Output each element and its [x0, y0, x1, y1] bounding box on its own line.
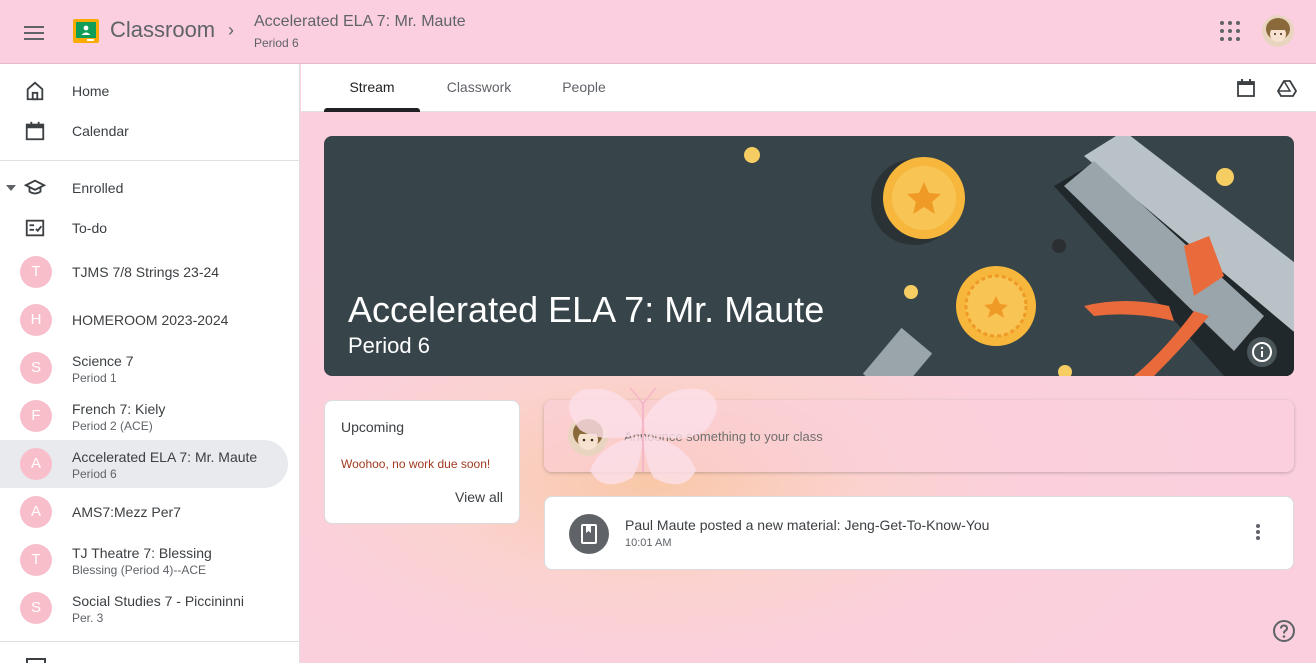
classroom-logo[interactable]: [73, 19, 99, 43]
info-icon[interactable]: [1246, 336, 1278, 368]
book-icon: [581, 524, 597, 544]
sidebar-course-item[interactable]: T TJMS 7/8 Strings 23-24: [0, 248, 288, 296]
google-drive-icon[interactable]: [1277, 78, 1297, 98]
sidebar-item-label: To-do: [72, 220, 108, 236]
sidebar-item-label: Enrolled: [72, 180, 124, 196]
stream-post[interactable]: Paul Maute posted a new material: Jeng-G…: [544, 496, 1294, 570]
course-name: TJMS 7/8 Strings 23-24: [72, 264, 220, 280]
announce-placeholder: Announce something to your class: [624, 429, 823, 444]
navigation-drawer: Home Calendar Enrolled To-do T TJMS 7/8 …: [0, 64, 300, 663]
course-name: TJ Theatre 7: Blessing: [72, 545, 212, 561]
breadcrumb-class-title[interactable]: Accelerated ELA 7: Mr. Maute: [254, 13, 466, 31]
course-name: Science 7: [72, 353, 134, 369]
course-initial-avatar: T: [20, 256, 52, 288]
upcoming-title: Upcoming: [341, 419, 405, 435]
sidebar-item-enrolled[interactable]: Enrolled: [0, 168, 299, 208]
sidebar-course-item[interactable]: A AMS7:Mezz Per7: [0, 488, 288, 536]
course-section: Period 2 (ACE): [72, 419, 153, 433]
user-avatar: [568, 416, 608, 456]
course-initial-avatar: F: [20, 400, 52, 432]
caret-down-icon[interactable]: [6, 184, 16, 192]
class-title: Accelerated ELA 7: Mr. Maute: [348, 289, 825, 330]
sidebar-item-home[interactable]: Home: [0, 71, 299, 111]
sidebar-item-calendar[interactable]: Calendar: [0, 111, 299, 151]
upcoming-card: Upcoming Woohoo, no work due soon! View …: [324, 400, 520, 524]
class-tabs-bar: Stream Classwork People: [301, 64, 1316, 112]
tab-stream[interactable]: Stream: [324, 64, 420, 112]
sidebar-divider: [0, 641, 299, 642]
account-avatar[interactable]: [1262, 15, 1294, 47]
course-initial-avatar: H: [20, 304, 52, 336]
todo-checklist-icon: [25, 219, 45, 237]
class-banner: Accelerated ELA 7: Mr. Maute Period 6: [324, 136, 1294, 376]
more-options-icon[interactable]: [1246, 522, 1270, 546]
course-initial-avatar: A: [20, 496, 52, 528]
top-app-bar: Classroom › Accelerated ELA 7: Mr. Maute…: [0, 0, 1316, 64]
sidebar-course-item[interactable]: S Science 7 Period 1: [0, 344, 288, 392]
course-initial-avatar: A: [20, 448, 52, 480]
course-section: Per. 3: [72, 611, 104, 625]
course-initial-avatar: T: [20, 544, 52, 576]
view-all-link[interactable]: View all: [455, 489, 503, 505]
course-section: Blessing (Period 4)--ACE: [72, 563, 207, 577]
sidebar-divider: [0, 160, 299, 161]
course-name: AMS7:Mezz Per7: [72, 504, 181, 520]
post-title[interactable]: Paul Maute posted a new material: Jeng-G…: [625, 517, 989, 533]
sidebar-course-item[interactable]: H HOMEROOM 2023-2024: [0, 296, 288, 344]
sidebar-course-item[interactable]: F French 7: Kiely Period 2 (ACE): [0, 392, 288, 440]
course-name: HOMEROOM 2023-2024: [72, 312, 229, 328]
course-initial-avatar: S: [20, 352, 52, 384]
sidebar-item-label: Calendar: [72, 123, 129, 139]
main-menu-icon[interactable]: [24, 22, 48, 42]
tab-people[interactable]: People: [546, 64, 622, 112]
app-title[interactable]: Classroom: [110, 17, 215, 43]
class-section: Period 6: [348, 333, 430, 358]
upcoming-message: Woohoo, no work due soon!: [341, 457, 491, 471]
course-initial-avatar: S: [20, 592, 52, 624]
help-icon[interactable]: [1272, 619, 1296, 643]
home-icon: [26, 81, 44, 101]
graduation-cap-icon: [24, 179, 46, 195]
course-section: Period 6: [72, 467, 117, 481]
course-name: French 7: Kiely: [72, 401, 166, 417]
course-name: Accelerated ELA 7: Mr. Maute: [72, 449, 258, 465]
breadcrumb-class-section: Period 6: [254, 36, 299, 50]
material-post-icon: [569, 514, 609, 554]
google-apps-icon[interactable]: [1220, 21, 1240, 41]
chevron-right-icon: ›: [228, 20, 234, 40]
calendar-icon: [25, 121, 45, 141]
sidebar-course-item[interactable]: S Social Studies 7 - Piccininni Per. 3: [0, 584, 288, 632]
sidebar-item-todo[interactable]: To-do: [0, 208, 299, 248]
sidebar-course-item-active[interactable]: A Accelerated ELA 7: Mr. Maute Period 6: [0, 440, 288, 488]
course-name: Social Studies 7 - Piccininni: [72, 593, 244, 609]
sidebar-course-item[interactable]: T TJ Theatre 7: Blessing Blessing (Perio…: [0, 536, 288, 584]
archived-classes-icon[interactable]: [26, 658, 46, 663]
sidebar-item-label: Home: [72, 83, 110, 99]
course-section: Period 1: [72, 371, 117, 385]
tab-classwork[interactable]: Classwork: [428, 64, 530, 112]
calendar-icon[interactable]: [1236, 78, 1256, 98]
post-time: 10:01 AM: [625, 537, 672, 549]
banner-illustration: [744, 136, 1294, 376]
announce-box[interactable]: Announce something to your class: [544, 400, 1294, 472]
